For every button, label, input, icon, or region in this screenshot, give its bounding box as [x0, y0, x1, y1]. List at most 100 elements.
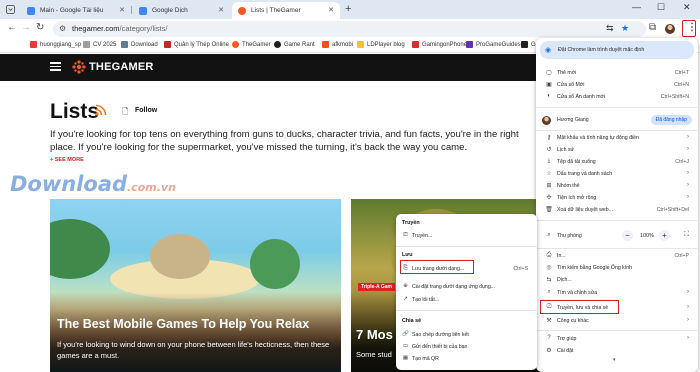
bookmark-item[interactable]: G [521, 41, 536, 48]
signed-in-badge: Đã đăng nhập [650, 115, 692, 125]
address-bar[interactable]: ⚙ thegamer.com/category/lists/ ⇆ ★ [53, 21, 646, 37]
forward-icon[interactable]: → [21, 22, 31, 33]
bookmark-item[interactable]: LDPlayer blog [357, 41, 405, 48]
menu-item-help[interactable]: ? Trợ giúp › [536, 334, 698, 344]
menu-item-incognito[interactable]: ◐ Cửa sổ Ẩn danh mới Ctrl+Shift+N [536, 92, 698, 102]
devices-icon: ▭ [402, 343, 409, 349]
menu-item-more-tools[interactable]: ⚒ Công cụ khác › [536, 316, 698, 326]
url-text[interactable]: thegamer.com/category/lists/ [72, 24, 167, 33]
submenu-item-cast[interactable]: ⎚ Truyền... [396, 231, 537, 241]
new-window-icon: ▣ [546, 82, 552, 88]
avatar [542, 116, 551, 125]
page-title: Lists [50, 100, 100, 123]
tab-search-icon[interactable] [6, 5, 15, 14]
incognito-icon: ◐ [547, 93, 551, 99]
bookmark-item[interactable]: afkmobi [322, 41, 353, 48]
follow-button[interactable]: Follow [135, 107, 157, 114]
google-translate-icon [139, 6, 147, 15]
bookmark-item[interactable]: Download [121, 41, 158, 48]
tab-thegamer[interactable]: Lists | TheGamer ✕ [232, 2, 340, 19]
menu-divider [536, 130, 698, 131]
bookmark-favicon-icon [521, 41, 528, 48]
back-icon[interactable]: ← [7, 22, 17, 33]
submenu-header-share: Chia sẻ [402, 318, 422, 324]
bookmark-item[interactable]: TheGamer [232, 41, 271, 48]
see-more-link[interactable]: + SEE MORE [50, 157, 84, 163]
chevron-right-icon: › [687, 182, 689, 188]
set-default-browser-banner[interactable]: ◉ Đặt Chrome làm trình duyệt mặc định [540, 41, 694, 59]
menu-item-bookmarks[interactable]: ☆ Dấu trang và danh sách › [536, 169, 698, 179]
card-title[interactable]: The Best Mobile Games To Help You Relax [57, 317, 309, 331]
menu-item-extensions[interactable]: ✣ Tiện ích mở rộng › [536, 193, 698, 203]
find-icon: ⌕ [547, 289, 551, 295]
new-tab-plus-icon[interactable]: + [345, 3, 351, 15]
menu-item-find-edit[interactable]: ⌕ Tìm và chỉnh sửa › [536, 288, 698, 298]
submenu-item-send-to-devices[interactable]: ▭ Gửi đến thiết bị của bạn [396, 342, 537, 352]
bookmark-item[interactable]: Game Rant [274, 41, 315, 48]
maximize-icon[interactable]: ☐ [657, 2, 665, 13]
follow-bookmark-icon[interactable]: 🗋 [122, 106, 128, 120]
menu-item-passwords[interactable]: ⚷ Mật khẩu và tính năng tự động điền › [536, 133, 698, 143]
close-tab-icon[interactable]: ✕ [218, 6, 224, 14]
reload-icon[interactable]: ↻ [36, 22, 44, 33]
close-tab-icon[interactable]: ✕ [119, 6, 125, 14]
chevron-right-icon: › [687, 194, 689, 200]
chevron-right-icon: › [687, 335, 689, 341]
tab-label: Lists | TheGamer [251, 7, 301, 14]
menu-item-print[interactable]: ⎙ In... Ctrl+P [536, 251, 698, 261]
card-title[interactable]: 7 Mos [356, 327, 393, 342]
menu-item-profile[interactable]: Hương Giang Đã đăng nhập [536, 115, 698, 125]
submenu-item-qr-code[interactable]: ▦ Tạo mã QR [396, 354, 537, 364]
category-tag[interactable]: Triple-A Gam [358, 283, 395, 291]
minimize-icon[interactable]: — [632, 2, 641, 12]
fullscreen-icon[interactable]: ⛶ [684, 231, 689, 239]
menu-item-clear-data[interactable]: 🗑 Xoá dữ liệu duyệt web... Ctrl+Shift+Del [536, 205, 698, 215]
chevron-right-icon: › [687, 170, 689, 176]
new-tab-icon: ▢ [546, 70, 552, 76]
close-tab-icon[interactable]: ✕ [328, 6, 334, 14]
submenu-item-copy-link[interactable]: 🔗 Sao chép đường liên kết [396, 330, 537, 340]
menu-item-downloads[interactable]: ⤓ Tệp đã tải xuống Ctrl+J [536, 157, 698, 167]
profile-avatar[interactable] [665, 24, 675, 34]
bookmark-item[interactable]: ProGameGuides [466, 41, 521, 48]
bookmark-favicon-icon [274, 41, 281, 48]
menu-item-new-tab[interactable]: ▢ Thẻ mới Ctrl+T [536, 68, 698, 78]
article-card[interactable]: The Best Mobile Games To Help You Relax … [50, 199, 341, 372]
menu-item-history[interactable]: ↺ Lịch sử › [536, 145, 698, 155]
menu-item-google-lens[interactable]: ◎ Tìm kiếm bằng Google Ống kính [536, 263, 698, 273]
tab-google-translate[interactable]: Google Dịch ✕ [133, 2, 230, 19]
shortcut-icon: ↗ [403, 296, 408, 302]
site-info-icon[interactable]: ⚙ [59, 24, 66, 33]
translate-page-icon[interactable]: ⇆ [606, 23, 614, 34]
submenu-item-install-app[interactable]: ⊕ Cài đặt trang dưới dạng ứng dụng... [396, 282, 537, 292]
menu-item-new-window[interactable]: ▣ Cửa sổ Mới Ctrl+N [536, 80, 698, 90]
extensions-icon[interactable]: ⧉ [649, 22, 656, 33]
menu-scroll-down-icon[interactable]: ▾ [613, 357, 616, 363]
zoom-in-button[interactable]: + [659, 230, 670, 241]
bookmark-item[interactable]: CV 2025 [83, 41, 116, 48]
menu-item-translate[interactable]: ⇆ Dịch... [536, 275, 698, 285]
menu-item-tab-groups[interactable]: ⊞ Nhóm thẻ › [536, 181, 698, 191]
bookmark-item[interactable]: GamingonPhone [412, 41, 467, 48]
bookmark-item[interactable]: Quản lý Thép Online [164, 41, 229, 48]
zoom-out-button[interactable]: − [622, 230, 633, 241]
submenu-item-create-shortcut[interactable]: ↗ Tạo lối tắt... [396, 295, 537, 305]
site-logo-text[interactable]: THEGAMER [89, 61, 154, 73]
bookmark-favicon-icon [466, 41, 473, 48]
tab-groups-icon: ⊞ [546, 183, 552, 189]
bookmark-item[interactable]: huonggiang_sp [30, 41, 81, 48]
rss-icon[interactable] [95, 104, 107, 116]
chrome-main-menu: ◉ Đặt Chrome làm trình duyệt mặc định ▢ T… [536, 38, 698, 372]
bookmark-star-icon[interactable]: ★ [621, 23, 629, 34]
menu-item-settings[interactable]: ⚙ Cài đặt [536, 346, 698, 356]
hamburger-menu-icon[interactable] [50, 62, 61, 71]
zoom-icon: ⌕ [547, 232, 551, 238]
window-close-icon[interactable]: ✕ [683, 2, 691, 13]
print-icon: ⎙ [546, 252, 552, 258]
tab-google-docs[interactable]: Main - Google Tài liệu ✕ [21, 2, 131, 19]
card-image-tree [50, 219, 110, 279]
history-icon: ↺ [546, 147, 552, 153]
tab-label: Google Dịch [152, 7, 188, 14]
thegamer-logo-icon[interactable] [72, 60, 86, 74]
install-app-icon: ⊕ [403, 283, 408, 289]
